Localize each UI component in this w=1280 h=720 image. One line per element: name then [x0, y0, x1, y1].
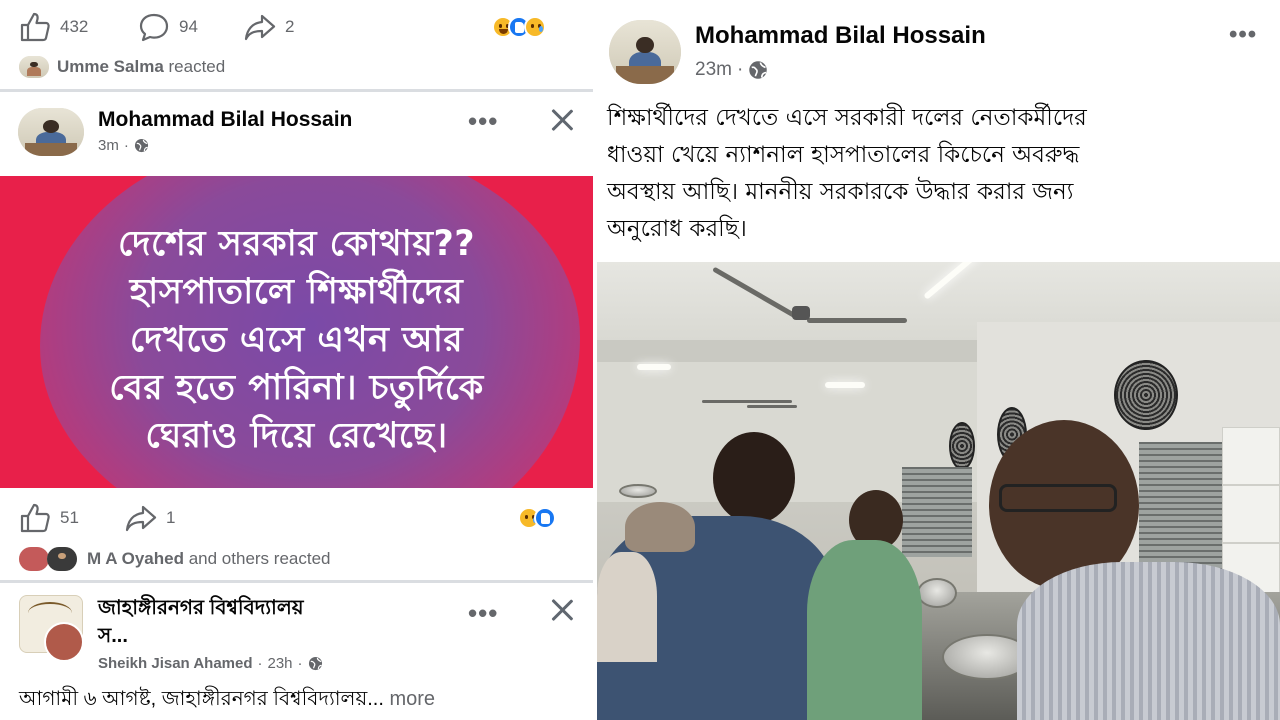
- post-time[interactable]: 3m: [98, 137, 119, 154]
- more-options-icon[interactable]: •••: [468, 108, 498, 134]
- group-name-line: জাহাঙ্গীরনগর বিশ্ববিদ্যালয়: [98, 597, 304, 619]
- divider: [0, 89, 593, 92]
- banner-line: দেখতে এসে এখন আর: [129, 320, 464, 360]
- reaction-icons[interactable]: [518, 507, 556, 529]
- post-text: শিক্ষার্থীদের দেখতে এসে সরকারী দলের নেতা…: [607, 100, 1267, 248]
- reactor-avatar: [19, 547, 49, 571]
- banner-line: ঘেরাও দিয়ে রেখেছে।: [145, 416, 448, 456]
- reactors-row[interactable]: M A Oyahed and others reacted: [19, 547, 593, 571]
- share-button[interactable]: 2: [244, 12, 294, 42]
- share-count: 1: [166, 508, 176, 527]
- reacted-label: reacted: [168, 57, 226, 76]
- like-button[interactable]: 432: [19, 12, 88, 42]
- author-name[interactable]: Mohammad Bilal Hossain: [695, 22, 986, 50]
- author-avatar[interactable]: [18, 108, 84, 156]
- more-options-icon[interactable]: •••: [1229, 23, 1257, 47]
- like-count: 51: [60, 508, 79, 527]
- author-avatar[interactable]: [44, 622, 84, 662]
- reactor-avatar: [19, 56, 49, 78]
- reacted-label: and others reacted: [188, 549, 331, 568]
- comment-icon: [139, 13, 169, 42]
- globe-icon: [134, 138, 148, 153]
- reactor-avatar: [47, 547, 77, 571]
- post-text-line: ধাওয়া খেয়ে ন্যাশনাল হাসপাতালের কিচেনে …: [607, 142, 1080, 168]
- post-stats-bar: 432 94 2: [0, 7, 593, 47]
- comment-count: 94: [179, 17, 198, 36]
- post-text-line: শিক্ষার্থীদের দেখতে এসে সরকারী দলের নেতা…: [607, 105, 1087, 131]
- see-more-link[interactable]: more: [389, 688, 435, 710]
- thumbs-up-icon: [20, 12, 50, 42]
- like-count: 432: [60, 17, 89, 36]
- right-panel: Mohammad Bilal Hossain 23m · ••• শিক্ষার…: [597, 0, 1280, 720]
- thumbs-up-icon: [20, 503, 50, 533]
- reactor-avatars: [19, 547, 79, 571]
- author-name[interactable]: Mohammad Bilal Hossain: [98, 108, 352, 132]
- comment-button[interactable]: 94: [138, 12, 198, 42]
- like-reaction-icon: [534, 507, 556, 529]
- post-meta: Sheikh Jisan Ahamed · 23h ·: [98, 655, 323, 672]
- share-count: 2: [285, 17, 295, 36]
- group-name[interactable]: জাহাঙ্গীরনগর বিশ্ববিদ্যালয় স...: [98, 594, 304, 650]
- post-time[interactable]: 23h: [268, 655, 293, 672]
- author-avatar[interactable]: [609, 20, 681, 84]
- like-button[interactable]: 51: [19, 503, 79, 533]
- share-button[interactable]: 1: [125, 503, 175, 533]
- post-text-line: অবস্থায় আছি। মাননীয় সরকারকে উদ্ধার করা…: [607, 179, 1074, 205]
- banner-line: দেশের সরকার কোথায়??: [117, 224, 476, 264]
- globe-icon: [749, 61, 768, 79]
- banner-line: বের হতে পারিনা। চতুর্দিকে: [109, 368, 484, 408]
- share-icon: [125, 505, 157, 532]
- group-name-line: স...: [98, 625, 128, 647]
- more-options-icon[interactable]: •••: [468, 600, 498, 626]
- share-icon: [244, 14, 276, 41]
- post-text-line: অনুরোধ করছি।: [607, 216, 747, 242]
- excerpt-text: আগামী ৬ আগষ্ট, জাহাঙ্গীরনগর বিশ্ববিদ্যাল…: [19, 688, 384, 710]
- author-name[interactable]: Sheikh Jisan Ahamed: [98, 655, 253, 672]
- banner-line: হাসপাতালে শিক্ষার্থীদের: [129, 272, 464, 312]
- post-banner-image[interactable]: দেশের সরকার কোথায়?? হাসপাতালে শিক্ষার্থ…: [0, 176, 593, 488]
- globe-icon: [308, 656, 322, 671]
- reactors-row[interactable]: Umme Salma reacted: [19, 56, 593, 78]
- close-icon[interactable]: [548, 596, 576, 624]
- reaction-icons[interactable]: [492, 16, 546, 38]
- sad-reaction-icon: [524, 16, 546, 38]
- reactor-name[interactable]: M A Oyahed: [87, 549, 184, 568]
- post-stats-bar: 51 1: [0, 498, 593, 538]
- close-icon[interactable]: [548, 106, 576, 134]
- post-excerpt: আগামী ৬ আগষ্ট, জাহাঙ্গীরনগর বিশ্ববিদ্যাল…: [19, 684, 435, 717]
- post-photo[interactable]: [597, 262, 1280, 720]
- post-meta: 3m ·: [98, 137, 149, 154]
- post-meta: 23m ·: [695, 59, 768, 81]
- reactor-name[interactable]: Umme Salma: [57, 57, 164, 76]
- post-header: Mohammad Bilal Hossain 3m · •••: [0, 96, 593, 171]
- banner-text: দেশের সরকার কোথায়?? হাসপাতালে শিক্ষার্থ…: [0, 220, 593, 460]
- divider: [0, 580, 593, 583]
- post-time[interactable]: 23m: [695, 59, 732, 81]
- left-panel: 432 94 2 Umme Salma reacted Mohammad Bil…: [0, 0, 593, 720]
